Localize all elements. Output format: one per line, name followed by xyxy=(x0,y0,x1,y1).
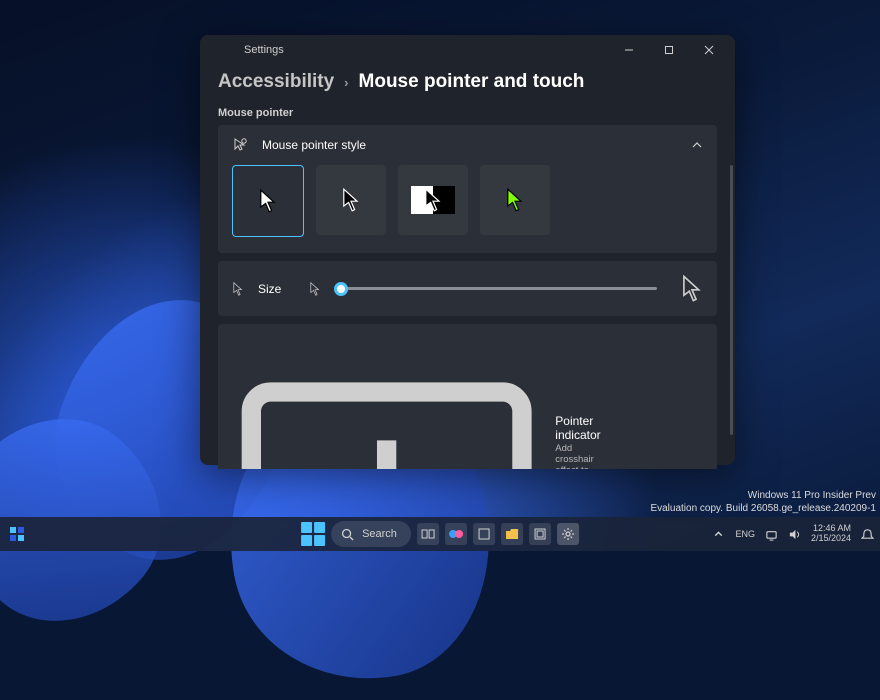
file-explorer-button[interactable] xyxy=(501,523,523,545)
pointer-indicator-card: Pointer indicator Add crosshair effect t… xyxy=(218,324,717,469)
settings-taskbar-button[interactable] xyxy=(557,523,579,545)
task-view-button[interactable] xyxy=(417,523,439,545)
taskbar-app-2[interactable] xyxy=(529,523,551,545)
settings-window: Settings Accessibility › Mouse pointer a… xyxy=(200,35,735,465)
page-title: Mouse pointer and touch xyxy=(359,71,585,93)
cursor-icon xyxy=(232,282,244,296)
size-slider[interactable] xyxy=(341,287,657,290)
language-indicator[interactable]: ENG xyxy=(735,529,755,539)
start-button[interactable] xyxy=(301,522,325,546)
indicator-icon xyxy=(232,334,541,469)
breadcrumb: Accessibility › Mouse pointer and touch xyxy=(218,71,717,93)
cursor-settings-icon xyxy=(232,137,248,153)
pointer-style-custom[interactable] xyxy=(480,165,550,235)
taskbar: Search ENG 12:46 AM 2/15/2024 xyxy=(0,517,880,551)
app-title: Settings xyxy=(244,44,284,56)
indicator-title: Pointer indicator xyxy=(555,414,600,442)
notifications-icon[interactable] xyxy=(861,528,874,541)
scrollbar[interactable] xyxy=(730,165,733,435)
taskbar-search[interactable]: Search xyxy=(331,521,411,547)
pointer-style-black[interactable] xyxy=(316,165,386,235)
watermark: Windows 11 Pro Insider Prev Evaluation c… xyxy=(650,490,876,515)
cursor-small-icon xyxy=(309,282,321,296)
chevron-right-icon: › xyxy=(344,75,348,90)
titlebar: Settings xyxy=(200,35,735,65)
widgets-button[interactable] xyxy=(8,525,26,543)
indicator-desc: Add crosshair effect to better locate mo… xyxy=(555,443,600,469)
tray-chevron-icon[interactable] xyxy=(712,528,725,541)
pointer-style-white[interactable] xyxy=(232,165,304,237)
network-icon[interactable] xyxy=(765,528,778,541)
size-label: Size xyxy=(258,282,281,296)
breadcrumb-parent[interactable]: Accessibility xyxy=(218,71,334,93)
search-placeholder: Search xyxy=(362,528,397,540)
taskbar-app-1[interactable] xyxy=(473,523,495,545)
pointer-style-card: Mouse pointer style xyxy=(218,125,717,253)
minimize-button[interactable] xyxy=(609,35,649,65)
pointer-style-label: Mouse pointer style xyxy=(262,138,366,152)
system-tray[interactable]: ENG 12:46 AM 2/15/2024 xyxy=(712,524,874,544)
pointer-size-card: Size xyxy=(218,261,717,316)
search-icon xyxy=(341,528,354,541)
close-button[interactable] xyxy=(689,35,729,65)
pointer-style-header[interactable]: Mouse pointer style xyxy=(218,125,717,165)
pointer-style-inverted[interactable] xyxy=(398,165,468,235)
clock[interactable]: 12:46 AM 2/15/2024 xyxy=(811,524,851,544)
volume-icon[interactable] xyxy=(788,528,801,541)
copilot-button[interactable] xyxy=(445,523,467,545)
maximize-button[interactable] xyxy=(649,35,689,65)
chevron-up-icon xyxy=(691,139,703,151)
cursor-large-icon xyxy=(681,275,703,302)
section-label: Mouse pointer xyxy=(218,107,717,119)
